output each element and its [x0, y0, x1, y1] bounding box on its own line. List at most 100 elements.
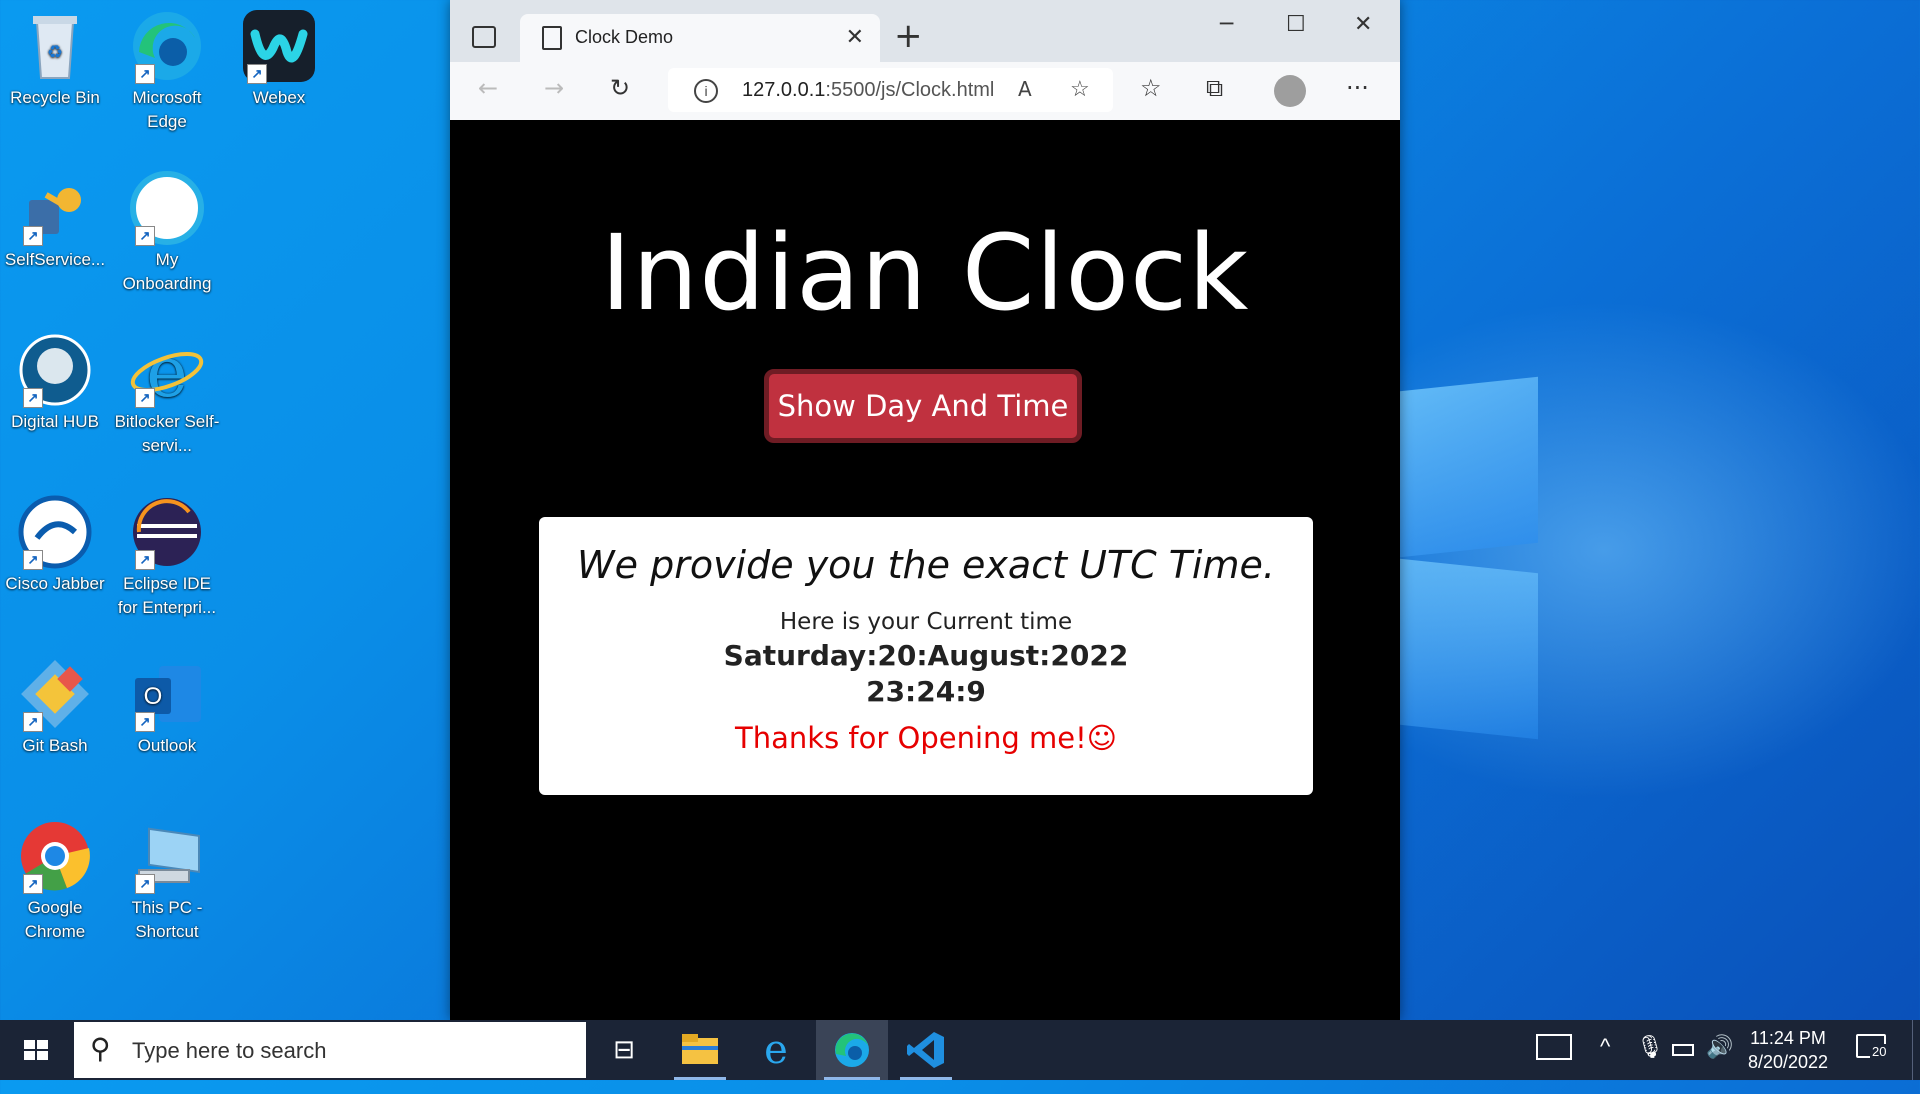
card-subtitle: Here is your Current time — [779, 609, 1073, 635]
desktop-icon-label: This PC - Shortcut — [131, 898, 203, 941]
desktop-icon-google-chrome[interactable]: ↗ Google Chrome — [0, 818, 110, 944]
shortcut-arrow-icon: ↗ — [135, 64, 155, 84]
browser-toolbar: ← → ↻ i 127.0.0.1:5500/js/Clock.html A ☆… — [450, 62, 1400, 121]
windows-icon — [24, 1040, 48, 1060]
git-bash-icon: ↗ — [17, 656, 93, 732]
desktop-icon-label: Google Chrome — [24, 898, 86, 941]
desktop-icon-webex[interactable]: ↗ Webex — [224, 8, 334, 110]
desktop-icon-label: Cisco Jabber — [5, 574, 105, 593]
shortcut-arrow-icon: ↗ — [135, 874, 155, 894]
tab-clock-demo[interactable]: Clock Demo ✕ — [520, 14, 880, 62]
url-host: 127.0.0.1 — [742, 79, 826, 101]
desktop-icon-label: Bitlocker Self-servi... — [114, 412, 220, 455]
close-window-icon[interactable]: ✕ — [1354, 12, 1372, 37]
new-tab-button[interactable]: + — [894, 16, 923, 56]
shortcut-arrow-icon: ↗ — [135, 226, 155, 246]
shortcut-arrow-icon: ↗ — [135, 712, 155, 732]
desktop-icon-label: Outlook — [137, 736, 197, 755]
add-favorite-icon[interactable]: ☆ — [1070, 76, 1090, 102]
clock-date: 8/20/2022 — [1747, 1052, 1829, 1072]
profile-avatar[interactable] — [1274, 75, 1306, 107]
read-aloud-icon[interactable]: A — [1018, 77, 1032, 101]
browser-window: Clock Demo ✕ + ─ ☐ ✕ ← → ↻ i 127.0.0.1:5… — [450, 0, 1400, 1020]
file-explorer-icon[interactable] — [670, 1026, 730, 1080]
internet-explorer-icon: e ↗ — [129, 331, 205, 413]
desktop-icon-label: Eclipse IDE for Enterpri... — [117, 574, 217, 617]
desktop-icon-recycle-bin[interactable]: ♻ Recycle Bin — [0, 8, 110, 110]
search-icon: ⚲ — [90, 1033, 111, 1064]
start-button[interactable] — [0, 1020, 72, 1080]
more-menu-icon[interactable]: ··· — [1346, 74, 1369, 102]
card-lead: We provide you the exact UTC Time. — [577, 543, 1275, 587]
microphone-icon[interactable]: 🎙 — [1636, 1034, 1664, 1094]
battery-icon[interactable] — [1672, 1044, 1694, 1056]
windows-logo-pane — [1400, 376, 1538, 558]
tab-bar: Clock Demo ✕ + ─ ☐ ✕ — [450, 0, 1400, 62]
desktop-icon-label: Webex — [252, 88, 306, 107]
refresh-icon[interactable]: ↻ — [610, 74, 630, 102]
svg-text:♻: ♻ — [47, 42, 63, 62]
tab-title: Clock Demo — [575, 27, 674, 47]
task-view-icon[interactable]: ⊟ — [594, 1026, 654, 1074]
page-title: Indian Clock — [600, 212, 1250, 334]
current-time: 23:24:9 — [866, 675, 986, 708]
back-icon[interactable]: ← — [478, 74, 498, 102]
desktop-icon-git-bash[interactable]: ↗ Git Bash — [0, 656, 110, 758]
vscode-taskbar-icon[interactable] — [896, 1026, 956, 1080]
edge-taskbar-icon[interactable] — [816, 1020, 888, 1080]
shortcut-arrow-icon: ↗ — [23, 550, 43, 570]
notification-center-icon[interactable]: 20 — [1856, 1034, 1889, 1059]
url-path: :5500/js/Clock.html — [825, 79, 995, 101]
desktop-icon-microsoft-edge[interactable]: ↗ Microsoft Edge — [112, 8, 222, 134]
taskbar-search-box[interactable]: ⚲ Type here to search — [74, 1022, 586, 1078]
show-day-and-time-button[interactable]: Show Day And Time — [764, 369, 1082, 443]
system-clock[interactable]: 11:24 PM 8/20/2022 — [1728, 1026, 1848, 1074]
internet-explorer-taskbar-icon[interactable]: e — [746, 1026, 806, 1074]
desktop-icon-digital-hub[interactable]: ↗ Digital HUB — [0, 332, 110, 434]
desktop-icon-label: My Onboarding — [122, 250, 212, 293]
show-desktop-strip[interactable] — [1912, 1020, 1920, 1080]
site-info-icon[interactable]: i — [694, 79, 718, 103]
windows-logo-pane — [1400, 558, 1538, 740]
news-widget-icon[interactable] — [1536, 1034, 1572, 1060]
eclipse-icon: ↗ — [129, 494, 205, 570]
digital-hub-icon: ↗ — [17, 332, 93, 408]
desktop-icon-label: SelfService... — [4, 250, 106, 269]
computer-icon: ↗ — [129, 818, 205, 894]
page-content: Indian Clock Show Day And Time We provid… — [450, 120, 1400, 1020]
shortcut-arrow-icon: ↗ — [135, 550, 155, 570]
clock-time: 11:24 PM — [1750, 1028, 1826, 1048]
desktop-icon-eclipse[interactable]: ↗ Eclipse IDE for Enterpri... — [112, 494, 222, 620]
address-bar[interactable]: i 127.0.0.1:5500/js/Clock.html A ☆ — [668, 68, 1113, 112]
thanks-message: Thanks for Opening me!☺ — [735, 721, 1117, 755]
onboarding-icon: ↗ — [129, 170, 205, 246]
outlook-icon: O ↗ — [129, 656, 205, 732]
url-text: 127.0.0.1:5500/js/Clock.html — [742, 79, 994, 102]
desktop-icon-my-onboarding[interactable]: ↗ My Onboarding — [112, 170, 222, 296]
svg-text:O: O — [144, 683, 163, 710]
desktop-icon-bitlocker[interactable]: e ↗ Bitlocker Self-servi... — [112, 331, 222, 458]
desktop-icon-selfservice[interactable]: ↗ SelfService... — [0, 170, 110, 272]
show-hidden-icons-chevron[interactable]: ^ — [1600, 1034, 1610, 1094]
shortcut-arrow-icon: ↗ — [247, 64, 267, 84]
cisco-jabber-icon: ↗ — [17, 494, 93, 570]
tab-actions-icon[interactable] — [472, 26, 496, 48]
recycle-bin-icon: ♻ — [17, 8, 93, 84]
minimize-icon[interactable]: ─ — [1220, 12, 1233, 37]
webex-icon: ↗ — [241, 8, 317, 84]
desktop-icon-outlook[interactable]: O ↗ Outlook — [112, 656, 222, 758]
desktop-icon-this-pc[interactable]: ↗ This PC - Shortcut — [112, 818, 222, 944]
maximize-icon[interactable]: ☐ — [1286, 12, 1306, 37]
favorites-icon[interactable]: ☆ — [1140, 74, 1162, 102]
time-card: We provide you the exact UTC Time. Here … — [539, 517, 1313, 795]
close-tab-icon[interactable]: ✕ — [846, 24, 864, 50]
desktop-icon-cisco-jabber[interactable]: ↗ Cisco Jabber — [0, 494, 110, 596]
forward-icon[interactable]: → — [544, 74, 564, 102]
key-lock-icon: ↗ — [17, 170, 93, 246]
taskbar: ⚲ Type here to search ⊟ e ^ 🎙 🔊 11:24 PM… — [0, 1020, 1920, 1080]
notification-count-badge: 20 — [1870, 1044, 1889, 1059]
desktop-icon-label: Recycle Bin — [10, 88, 100, 107]
desktop-icon-label: Digital HUB — [11, 412, 99, 431]
collections-icon[interactable]: ⧉ — [1206, 74, 1223, 102]
page-icon — [542, 26, 562, 50]
